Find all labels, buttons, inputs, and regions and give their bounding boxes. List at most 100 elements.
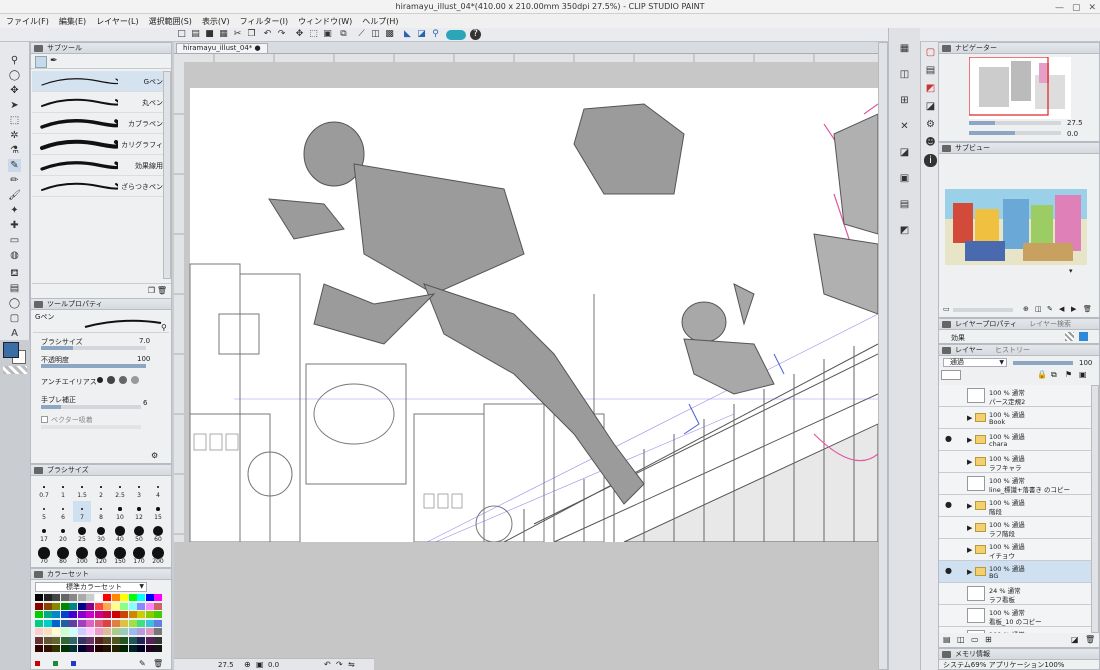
vector-snap-checkbox[interactable] [41,416,48,423]
menu-edit[interactable]: 編集(E) [59,16,86,27]
selection-tool-icon[interactable]: ⬚ [8,114,21,127]
color-swatch[interactable] [103,594,111,601]
navigator-zoom-value[interactable]: 27.5 [1067,119,1083,127]
color-swatch[interactable] [86,628,94,635]
color-swatch[interactable] [43,636,52,644]
brush-size-cell[interactable]: 5 [35,501,53,522]
color-swatch[interactable] [137,628,145,635]
open-file-icon[interactable]: ▤ [190,29,201,40]
dock-icon-3[interactable]: ⊞ [898,94,911,107]
folder-expand-icon[interactable]: ▶ [967,524,972,532]
subtool-item[interactable]: ざらつきペン [32,176,171,197]
dock-icon-2[interactable]: ◫ [898,68,911,81]
color-swatch[interactable] [35,636,43,644]
color-swatch[interactable] [145,636,154,644]
color-swatch[interactable] [60,611,69,618]
color-swatch[interactable] [111,645,120,652]
brush-size-cell[interactable]: 200 [149,545,167,566]
visibility-eye-icon[interactable] [945,479,953,487]
color-swatch[interactable] [154,645,162,652]
visibility-eye-icon[interactable]: ● [945,435,953,443]
panel-menu-icon[interactable] [942,347,951,354]
color-tab-icon[interactable]: ◩ [924,82,937,95]
brush-size-cell[interactable]: 3 [130,479,148,500]
navigator-rotate-slider[interactable] [969,131,1061,135]
brush-size-cell[interactable]: 100 [73,545,91,566]
color-swatch[interactable] [52,619,60,627]
color-swatch[interactable] [111,636,120,644]
color-swatch[interactable] [111,602,120,610]
color-swatch[interactable] [60,628,69,635]
color-swatch[interactable] [154,602,162,610]
brush-size-cell[interactable]: 7 [73,501,91,522]
stabilization-slider[interactable] [41,405,141,409]
color-swatch[interactable] [94,602,103,610]
color-swatch[interactable] [69,611,77,618]
menu-help[interactable]: ヘルプ(H) [362,16,398,27]
color-swatch[interactable] [86,611,94,618]
ruler-icon[interactable]: ⟋ [356,29,367,40]
brush-size-cell[interactable]: 15 [149,501,167,522]
dock-icon-7[interactable]: ▤ [898,198,911,211]
subtool-delete-icon[interactable]: 🗑 [157,286,167,295]
color-swatch[interactable] [120,636,128,644]
undo-icon[interactable]: ↶ [262,29,273,40]
subtool-item[interactable]: 丸ペン [32,92,171,113]
color-swatch[interactable] [86,645,94,652]
navigator-tab-icon[interactable]: ▢ [924,46,937,59]
color-swatch[interactable] [145,611,154,618]
dock-icon-5[interactable]: ◪ [898,146,911,159]
color-swatch[interactable] [103,619,111,627]
color-delete-icon[interactable] [71,661,76,666]
color-swatch[interactable] [137,594,145,601]
color-swatch[interactable] [145,594,154,601]
brush-size-cell[interactable]: 12 [130,501,148,522]
move-tool-icon[interactable]: ✥ [8,84,21,97]
brush-size-cell[interactable]: 50 [130,523,148,544]
color-swatch[interactable] [77,645,86,652]
color-swatch[interactable] [120,594,128,601]
color-swatch[interactable] [154,611,162,618]
color-swatch[interactable] [145,628,154,635]
brush-size-cell[interactable]: 8 [92,501,110,522]
color-swatch[interactable] [120,602,128,610]
eyedropper-tool-icon[interactable]: ⚗ [8,144,21,157]
color-swatch[interactable] [145,602,154,610]
brush-size-value[interactable]: 7.0 [139,337,150,345]
gradient-tool-icon[interactable]: ▤ [8,282,21,295]
visibility-eye-icon[interactable] [945,457,953,465]
canvas-scrollbar[interactable] [878,42,888,670]
select-all-icon[interactable]: ▣ [322,29,333,40]
color-swatch[interactable] [103,611,111,618]
merge-icon[interactable]: ⊞ [985,635,992,644]
brush-size-cell[interactable]: 17 [35,523,53,544]
color-swatch[interactable] [137,602,145,610]
panel-menu-icon[interactable] [34,467,43,474]
layer-icon[interactable]: ▤ [924,64,937,77]
tab-layer[interactable]: レイヤー [955,346,983,354]
fit-icon[interactable]: ▣ [256,660,264,669]
new-vector-layer-icon[interactable]: ◫ [957,635,965,644]
panel-menu-icon[interactable] [942,651,951,658]
visibility-eye-icon[interactable]: ● [945,567,953,575]
tab-layer-search[interactable]: レイヤー検索 [1029,320,1071,328]
layer-opacity-slider[interactable] [1013,361,1073,365]
color-swatch[interactable] [94,628,103,635]
menu-file[interactable]: ファイル(F) [6,16,49,27]
delete-layer-icon[interactable]: 🗑 [1085,635,1095,644]
layer-row[interactable]: 100 % 通常 看板_10 のコピー [939,605,1091,627]
color-swatch[interactable] [77,619,86,627]
subview-zoom-slider[interactable] [953,308,1013,312]
brush-size-cell[interactable]: 1.5 [73,479,91,500]
wand-tool-icon[interactable]: ✲ [8,129,21,142]
color-swatch[interactable] [94,611,103,618]
brush-size-cell[interactable]: 6 [54,501,72,522]
visibility-eye-icon[interactable] [945,545,953,553]
color-set-dropdown[interactable]: 標準カラーセット ▼ [35,582,147,592]
tool-settings-icon[interactable]: ⚙ [151,451,158,460]
panel-menu-icon[interactable] [34,301,43,308]
brush-size-slider[interactable] [41,346,146,350]
tab-history[interactable]: ヒストリー [995,346,1030,354]
stabilization-value[interactable]: 6 [143,399,147,407]
color-swatch[interactable] [60,619,69,627]
